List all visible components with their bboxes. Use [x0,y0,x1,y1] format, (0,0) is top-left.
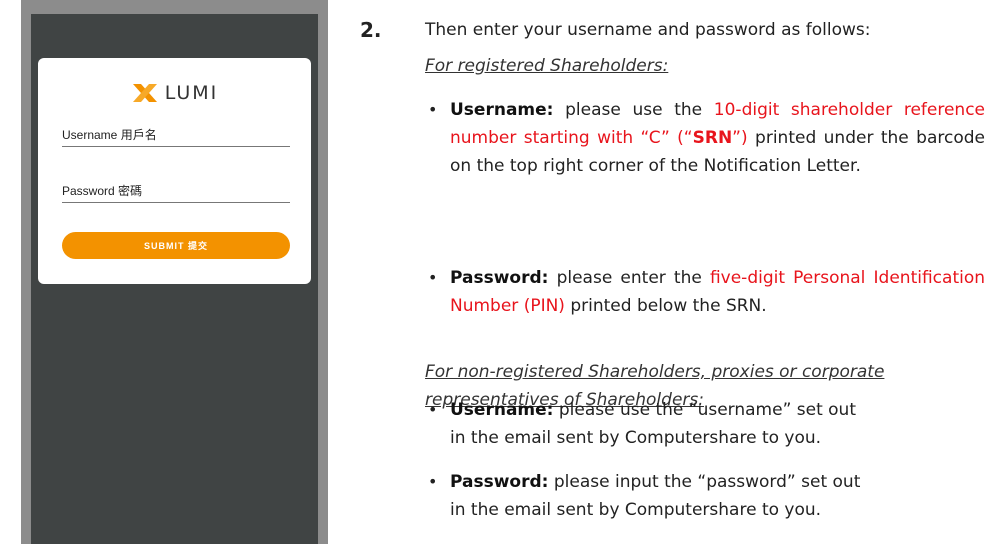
phone-frame: LUMI Username 用戶名 Password 密碼 SUBMIT 提交 [21,0,328,544]
srn-term: SRN [692,128,733,148]
step-text: Then enter your username and password as… [425,20,871,40]
submit-button[interactable]: SUBMIT 提交 [62,232,290,259]
lumi-x-icon [132,84,157,102]
username-label: Username 用戶名 [62,128,157,142]
phone-screen: LUMI Username 用戶名 Password 密碼 SUBMIT 提交 [31,14,318,544]
bullet: • [428,100,438,119]
login-card: LUMI Username 用戶名 Password 密碼 SUBMIT 提交 [38,58,311,284]
password-term: Password: [450,472,549,492]
step-number: 2. [360,18,382,42]
password-label: Password 密碼 [62,184,143,198]
username-term: Username: [450,400,554,420]
bullet: • [428,400,438,419]
username-field[interactable]: Username 用戶名 [62,125,290,147]
password-term: Password: [450,268,549,288]
password-field[interactable]: Password 密碼 [62,181,290,203]
bullet: • [428,472,438,491]
instructions: 2. Then enter your username and password… [360,18,986,520]
logo-text: LUMI [164,82,219,104]
username-term: Username: [450,100,554,120]
bullet: • [428,268,438,287]
lumi-logo: LUMI [38,80,311,106]
registered-heading: For registered Shareholders: [425,56,669,76]
